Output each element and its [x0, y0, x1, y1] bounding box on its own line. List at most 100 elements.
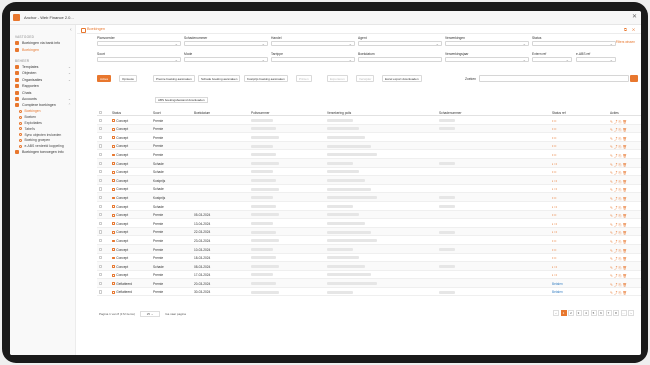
select-all-checkbox[interactable]: [99, 110, 103, 114]
sidebar-item-bottom[interactable]: Boekingen toevoegen info: [10, 149, 75, 155]
row-actions-icon[interactable]: ✎⤴⎘🗑: [610, 205, 628, 210]
row-actions-icon[interactable]: ✎⤴⎘🗑: [610, 127, 628, 132]
row-checkbox[interactable]: [99, 178, 103, 182]
row-checkbox[interactable]: [99, 152, 103, 157]
table-row[interactable]: Gefiatteerd Premie 20-03-2024 Betalen ✎⤴⎘🗑: [97, 279, 641, 288]
collapse-icon[interactable]: ‹: [70, 27, 72, 33]
row-checkbox[interactable]: [99, 273, 103, 277]
tab-boekingen[interactable]: Boekingen: [77, 27, 105, 33]
row-actions-icon[interactable]: ✎⤴⎘🗑: [610, 248, 628, 253]
page-button[interactable]: ›: [628, 310, 634, 316]
col-schadenummer[interactable]: Schadenummer: [439, 111, 462, 115]
filter-planvoerder[interactable]: [97, 41, 181, 46]
row-actions-icon[interactable]: ✎⤴⎘🗑: [610, 265, 628, 270]
filter-soort[interactable]: [97, 57, 181, 62]
row-actions-icon[interactable]: ✎⤴⎘🗑: [610, 282, 628, 287]
filter-status[interactable]: [532, 41, 616, 46]
row-status-ref[interactable]: Betalen: [552, 282, 563, 286]
row-actions-icon[interactable]: ✎⤴⎘🗑: [610, 136, 628, 141]
filter-eabs-ref[interactable]: [576, 57, 616, 62]
premie-button[interactable]: Premie boeking aanmaken: [153, 75, 195, 82]
page-button[interactable]: ...: [620, 310, 627, 316]
col-boekdatum[interactable]: Boekdatum: [194, 111, 210, 115]
filter-verwerkingsjaar[interactable]: [445, 57, 529, 62]
table-row[interactable]: Concept Premie ••• ✎⤴⎘🗑: [97, 150, 641, 159]
row-checkbox[interactable]: [99, 204, 103, 208]
filter-verwerkingen[interactable]: [445, 41, 529, 46]
table-row[interactable]: Concept Premie 18-03-2024 ••• ✎⤴⎘🗑: [97, 254, 641, 263]
col-status-ref[interactable]: Status ref: [552, 111, 566, 115]
row-actions-icon[interactable]: ✎⤴⎘🗑: [610, 239, 628, 244]
row-actions-icon[interactable]: ✎⤴⎘🗑: [610, 119, 628, 124]
search-input[interactable]: [479, 75, 629, 82]
col-polisnummer[interactable]: Polisnummer: [251, 111, 270, 115]
row-actions-icon[interactable]: ✎⤴⎘🗑: [610, 222, 628, 227]
col-soort[interactable]: Soort: [153, 111, 161, 115]
row-actions-icon[interactable]: ✎⤴⎘🗑: [610, 153, 628, 158]
table-row[interactable]: Concept Premie ••• ✎⤴⎘🗑: [97, 124, 641, 134]
page-button[interactable]: 4: [583, 310, 589, 316]
sidebar-item-boekingen[interactable]: Boekingen: [10, 46, 75, 52]
row-actions-icon[interactable]: ✎⤴⎘🗑: [610, 144, 628, 149]
table-row[interactable]: Concept Premie ••• ✎⤴⎘🗑: [97, 133, 641, 142]
row-status-ref[interactable]: Betalen: [552, 290, 563, 294]
table-row[interactable]: Concept Premie 17-03-2024 ◐•• ✎⤴⎘🗑: [97, 271, 641, 280]
abs-download-button[interactable]: ABS boekingsbestand downloaden: [155, 97, 208, 103]
clear-filters-link[interactable]: Filters wissen: [616, 40, 635, 44]
search-button[interactable]: [630, 75, 638, 82]
row-checkbox[interactable]: [99, 187, 103, 191]
page-button[interactable]: 3: [575, 310, 582, 316]
page-size-select[interactable]: 25 ⌄: [139, 311, 161, 317]
row-checkbox[interactable]: [99, 256, 103, 260]
row-checkbox[interactable]: [99, 264, 103, 268]
print-button[interactable]: Printen: [296, 75, 312, 82]
row-checkbox[interactable]: [99, 195, 103, 200]
row-checkbox[interactable]: [99, 230, 103, 234]
actions-button[interactable]: Acties: [97, 75, 112, 82]
filter-handel[interactable]: [271, 41, 355, 46]
row-actions-icon[interactable]: ✎⤴⎘🗑: [610, 170, 628, 175]
filter-extern-ref[interactable]: [532, 57, 572, 62]
row-actions-icon[interactable]: ✎⤴⎘🗑: [610, 196, 628, 201]
table-row[interactable]: Concept Kostprijs ◐•• ✎⤴⎘🗑: [97, 176, 641, 185]
row-checkbox[interactable]: [99, 213, 103, 217]
table-row[interactable]: Concept Kostprijs ••• ✎⤴⎘🗑: [97, 193, 641, 202]
row-checkbox[interactable]: [99, 221, 103, 225]
row-actions-icon[interactable]: ✎⤴⎘🗑: [610, 213, 628, 218]
kostprijs-button[interactable]: Kostprijs boeking aanmaken: [244, 75, 288, 82]
col-status[interactable]: Status: [112, 111, 121, 115]
table-row[interactable]: Concept Premie ••• ✎⤴⎘🗑: [97, 141, 641, 151]
table-row[interactable]: Concept Premie 22-03-2024 ◐•• ✎⤴⎘🗑: [97, 227, 641, 237]
window-actions-icon[interactable]: ⧉ ✕: [624, 27, 637, 32]
table-row[interactable]: Concept Schade ◐•• ✎⤴⎘🗑: [97, 202, 641, 211]
table-row[interactable]: Concept Premie 13-04-2024 ◐•• ✎⤴⎘🗑: [97, 219, 641, 228]
close-icon[interactable]: ✕: [632, 14, 637, 20]
table-row[interactable]: Concept Premie 23-03-2024 ••• ✎⤴⎘🗑: [97, 236, 641, 245]
table-row[interactable]: Concept Premie 10-03-2024 ••• ✎⤴⎘🗑: [97, 244, 641, 254]
page-button[interactable]: 5: [590, 310, 597, 316]
row-checkbox[interactable]: [99, 170, 103, 174]
table-row[interactable]: Concept Schade ••• ✎⤴⎘🗑: [97, 168, 641, 177]
page-button[interactable]: 6: [598, 310, 604, 316]
page-button[interactable]: 2: [568, 310, 574, 316]
refresh-button[interactable]: Opnieuw: [119, 75, 137, 82]
row-checkbox[interactable]: [99, 144, 103, 148]
row-checkbox[interactable]: [99, 238, 103, 243]
page-button[interactable]: ‹: [553, 310, 559, 316]
row-checkbox[interactable]: [99, 290, 103, 294]
row-actions-icon[interactable]: ✎⤴⎘🗑: [610, 187, 628, 192]
row-checkbox[interactable]: [99, 247, 103, 251]
table-row[interactable]: Concept Schade 08-03-2024 ◐•• ✎⤴⎘🗑: [97, 262, 641, 271]
row-actions-icon[interactable]: ✎⤴⎘🗑: [610, 256, 628, 261]
row-checkbox[interactable]: [99, 127, 103, 131]
col-verzekering[interactable]: Verzekering polis: [327, 111, 351, 115]
filter-tarrippe[interactable]: [271, 57, 355, 62]
row-actions-icon[interactable]: ✎⤴⎘🗑: [610, 290, 628, 295]
table-row[interactable]: Concept Schade ◐•• ✎⤴⎘🗑: [97, 158, 641, 168]
table-row[interactable]: Gefiatteerd Premie 30-03-2024 Betalen ✎⤴⎘🗑: [97, 288, 641, 297]
page-button[interactable]: 8: [613, 310, 619, 316]
table-row[interactable]: Concept Premie 05-03-2024 ••• ✎⤴⎘🗑: [97, 210, 641, 220]
schade-button[interactable]: Schade boeking aanmaken: [198, 75, 241, 82]
export-button[interactable]: Exporteren: [327, 75, 348, 82]
excel-export-button[interactable]: Excel export downloaden: [382, 75, 422, 82]
